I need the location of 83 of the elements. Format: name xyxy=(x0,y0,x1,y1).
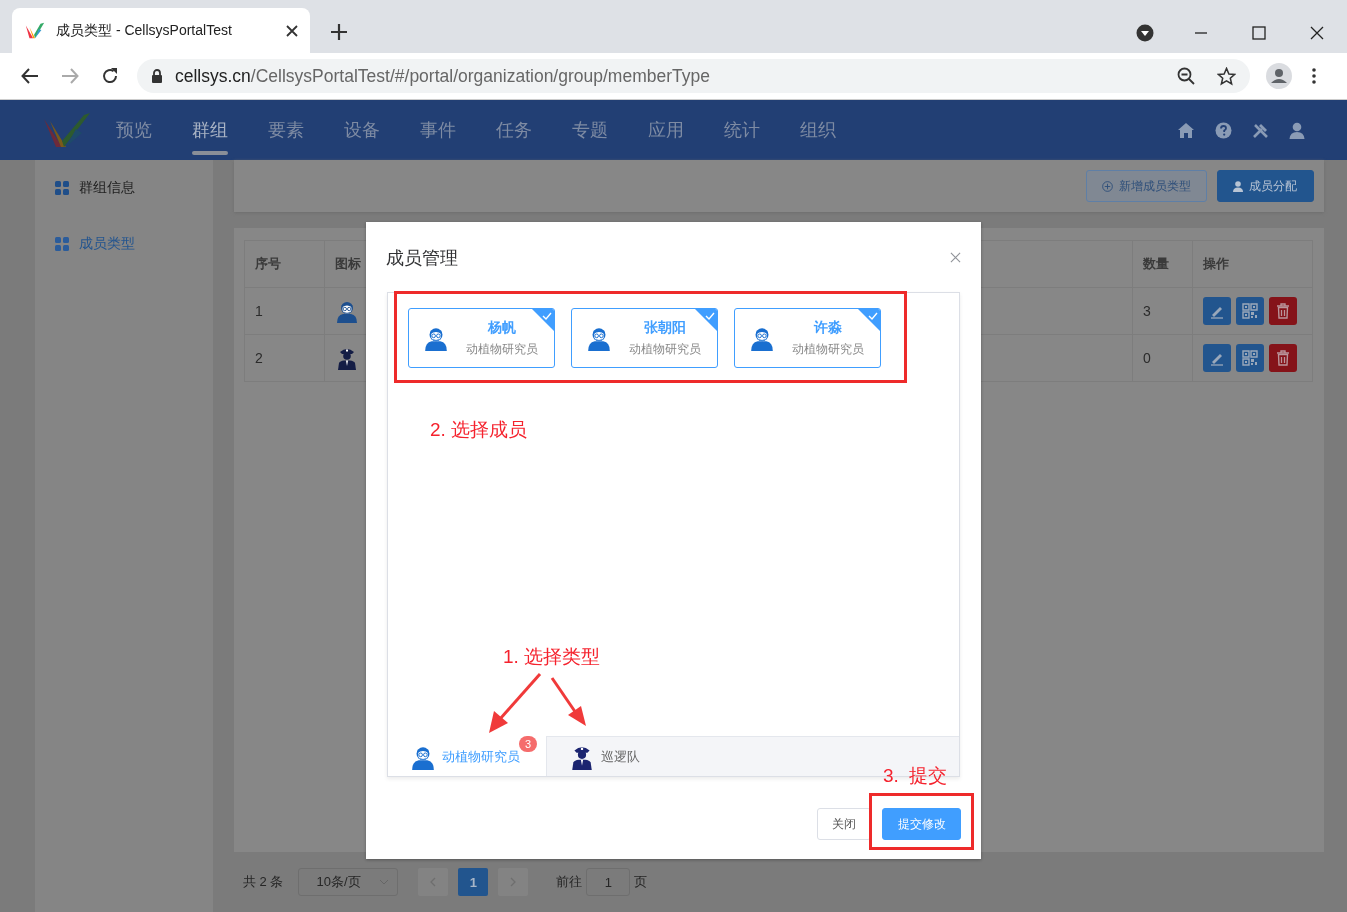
home-icon[interactable] xyxy=(1177,121,1195,139)
annotation-text: 1. 选择类型 xyxy=(503,645,601,669)
qr-code-icon xyxy=(1242,350,1258,366)
member-role: 动植物研究员 xyxy=(792,340,864,358)
submit-button[interactable]: 提交修改 xyxy=(882,808,961,840)
profile-avatar-icon[interactable] xyxy=(1266,63,1292,89)
browser-tab[interactable]: 成员类型 - CellsysPortalTest xyxy=(12,8,310,53)
plus-circle-icon xyxy=(1102,180,1113,192)
user-icon[interactable] xyxy=(1289,121,1305,139)
arrow-icon xyxy=(550,677,588,727)
nav-tab[interactable]: 要素 xyxy=(268,100,344,160)
add-type-button[interactable]: 新增成员类型 xyxy=(1086,170,1207,202)
person-with-glasses-icon xyxy=(749,325,775,351)
user-icon xyxy=(1233,180,1243,192)
total-count: 共 2 条 xyxy=(243,873,284,891)
zoom-out-icon[interactable] xyxy=(1177,67,1195,85)
back-arrow-icon[interactable] xyxy=(21,67,39,85)
grid-icon xyxy=(55,237,69,251)
maximize-icon[interactable] xyxy=(1252,26,1266,40)
nav-tab[interactable]: 任务 xyxy=(496,100,572,160)
nav-tab[interactable]: 应用 xyxy=(648,100,724,160)
person-with-glasses-icon xyxy=(335,299,359,323)
edit-button[interactable] xyxy=(1203,297,1231,325)
column-header: 操作 xyxy=(1192,240,1313,288)
member-name: 杨帆 xyxy=(488,318,516,337)
tab-title[interactable]: 成员类型 - CellsysPortalTest xyxy=(56,21,276,40)
type-tab[interactable]: 动植物研究员 3 xyxy=(388,736,546,776)
edit-button[interactable] xyxy=(1203,344,1231,372)
member-card[interactable]: 许淼 动植物研究员 xyxy=(734,308,881,368)
page-number[interactable]: 1 xyxy=(458,868,489,896)
sidebar-item[interactable]: 群组信息 xyxy=(35,176,213,200)
sidebar-item[interactable]: 成员类型 xyxy=(35,232,213,256)
nav-tab[interactable]: 群组 xyxy=(192,100,268,160)
page-input[interactable]: 1 xyxy=(586,868,631,896)
person-with-glasses-icon xyxy=(423,325,449,351)
nav-tab[interactable]: 统计 xyxy=(724,100,800,160)
qr-code-button[interactable] xyxy=(1236,344,1264,372)
table-cell: 3 xyxy=(1132,287,1193,335)
qr-code-icon xyxy=(1242,303,1258,319)
column-header: 序号 xyxy=(244,240,325,288)
nav-tab[interactable]: 专题 xyxy=(572,100,648,160)
annotation-text: 2. 选择成员 xyxy=(430,418,528,442)
reload-icon[interactable] xyxy=(101,67,119,85)
nav-tab[interactable]: 设备 xyxy=(344,100,420,160)
close-icon[interactable] xyxy=(1310,26,1324,40)
table-cell: 0 xyxy=(1132,334,1193,382)
member-role: 动植物研究员 xyxy=(629,340,701,358)
forward-arrow-icon[interactable] xyxy=(61,67,79,85)
delete-button[interactable] xyxy=(1269,297,1297,325)
trash-icon xyxy=(1276,303,1290,319)
close-icon[interactable] xyxy=(286,24,298,37)
grid-icon xyxy=(55,181,69,195)
table-cell: 2 xyxy=(244,334,325,382)
star-icon[interactable] xyxy=(1217,66,1236,86)
delete-button[interactable] xyxy=(1269,344,1297,372)
trash-icon xyxy=(1276,350,1290,366)
column-header: 数量 xyxy=(1132,240,1193,288)
nav-tab[interactable]: 预览 xyxy=(116,100,192,160)
nav-tab[interactable]: 组织 xyxy=(800,100,876,160)
close-button[interactable]: 关闭 xyxy=(817,808,871,840)
dropdown-circle-icon[interactable] xyxy=(1136,24,1154,42)
member-card[interactable]: 杨帆 动植物研究员 xyxy=(408,308,555,368)
goto-label: 前往 xyxy=(556,873,583,891)
police-officer-icon xyxy=(335,346,359,370)
table-cell: 1 xyxy=(244,287,325,335)
member-name: 张朝阳 xyxy=(644,318,686,337)
member-role: 动植物研究员 xyxy=(466,340,538,358)
count-badge: 3 xyxy=(519,736,537,752)
more-menu-icon[interactable] xyxy=(1312,68,1316,84)
plus-icon[interactable] xyxy=(330,23,348,41)
qr-code-button[interactable] xyxy=(1236,297,1264,325)
arrow-icon xyxy=(488,673,542,735)
person-with-glasses-icon xyxy=(586,325,612,351)
page-size-select[interactable]: 10条/页 xyxy=(298,868,399,896)
help-icon[interactable] xyxy=(1215,121,1232,139)
tools-icon[interactable] xyxy=(1252,121,1269,139)
nav-tab[interactable]: 事件 xyxy=(420,100,496,160)
page-unit-label: 页 xyxy=(634,873,648,891)
member-card[interactable]: 张朝阳 动植物研究员 xyxy=(571,308,718,368)
member-name: 许淼 xyxy=(814,318,842,337)
assign-members-button[interactable]: 成员分配 xyxy=(1217,170,1314,202)
address-bar[interactable]: cellsys.cn/CellsysPortalTest/#/portal/organization/group/memberType xyxy=(137,59,1250,93)
lock-icon xyxy=(151,69,163,83)
